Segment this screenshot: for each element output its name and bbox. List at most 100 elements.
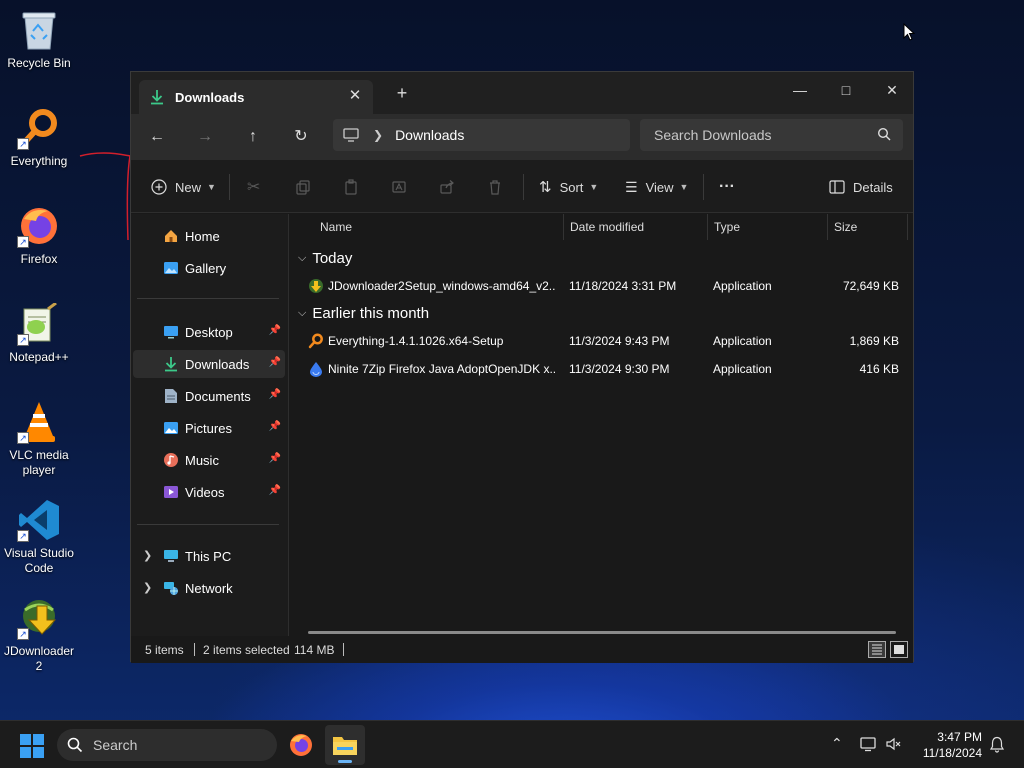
download-arrow-icon — [163, 356, 179, 372]
tiles-view-button[interactable] — [890, 641, 908, 658]
view-button[interactable]: ☰ View ▼ — [625, 174, 688, 200]
paste-button[interactable] — [343, 174, 359, 200]
sidebar-item-network[interactable]: ❯ Network — [133, 574, 285, 602]
file-size: 416 KB — [859, 362, 899, 376]
everything-icon: ↗ — [17, 106, 61, 150]
file-type: Application — [713, 279, 772, 293]
sidebar-item-desktop[interactable]: Desktop 📌 — [133, 318, 285, 346]
details-view-button[interactable] — [868, 641, 886, 658]
column-header-type[interactable]: Type — [708, 214, 828, 240]
notification-bell-icon[interactable] — [989, 736, 1005, 753]
chevron-right-icon[interactable]: ❯ — [143, 581, 152, 594]
file-row[interactable]: Ninite 7Zip Firefox Java AdoptOpenJDK x.… — [298, 355, 902, 383]
search-input[interactable] — [654, 127, 864, 143]
sidebar-item-music[interactable]: Music 📌 — [133, 446, 285, 474]
group-header-earlier-this-month[interactable]: ⌵ Earlier this month — [298, 305, 429, 322]
title-bar: Downloads ✕ + — □ ✕ — [131, 72, 913, 114]
forward-button[interactable]: → — [191, 124, 219, 150]
taskbar-firefox[interactable] — [281, 725, 321, 765]
new-button[interactable]: New ▼ — [151, 174, 216, 200]
desktop-icon-vlc[interactable]: ↗ VLC media player — [2, 400, 76, 478]
pin-icon[interactable]: 📌 — [269, 325, 281, 336]
plus-circle-icon — [151, 179, 167, 195]
pin-icon[interactable]: 📌 — [269, 357, 281, 368]
desktop-icon-jdownloader[interactable]: ↗ JDownloader 2 — [2, 596, 76, 674]
desktop-icon-notepadpp[interactable]: ↗ Notepad++ — [2, 302, 76, 365]
chevron-right-icon: ❯ — [373, 128, 384, 142]
search-box[interactable] — [640, 119, 903, 151]
rename-button[interactable] — [391, 174, 407, 200]
address-bar[interactable]: ❯ Downloads — [333, 119, 630, 151]
firefox-icon — [290, 734, 312, 756]
chevron-down-icon: ▼ — [589, 182, 599, 192]
tab-close-button[interactable]: ✕ — [347, 88, 363, 104]
new-tab-button[interactable]: + — [393, 84, 411, 102]
delete-button[interactable] — [487, 174, 503, 200]
sidebar-item-documents[interactable]: Documents 📌 — [133, 382, 285, 410]
desktop-icon-everything[interactable]: ↗ Everything — [2, 106, 76, 169]
toolbar-divider — [229, 174, 230, 200]
column-header-name[interactable]: Name — [314, 214, 564, 240]
everything-file-icon — [308, 333, 323, 349]
monitor-icon — [343, 128, 359, 142]
up-button[interactable]: ↑ — [239, 124, 267, 150]
horizontal-scrollbar[interactable] — [308, 631, 896, 634]
column-header-size[interactable]: Size — [828, 214, 908, 240]
scissors-icon: ✂ — [247, 179, 261, 196]
taskbar-file-explorer[interactable] — [325, 725, 365, 765]
sidebar-item-pictures[interactable]: Pictures 📌 — [133, 414, 285, 442]
sidebar-item-label: Desktop — [185, 324, 233, 340]
pin-icon[interactable]: 📌 — [269, 421, 281, 432]
tiles-view-icon — [894, 645, 904, 654]
share-button[interactable] — [439, 174, 455, 200]
maximize-button[interactable]: □ — [823, 76, 869, 104]
network-status-icon[interactable] — [860, 736, 878, 752]
view-label: View — [645, 179, 674, 195]
file-row[interactable]: Everything-1.4.1.1026.x64-Setup 11/3/202… — [298, 327, 902, 355]
tab-downloads[interactable]: Downloads ✕ — [139, 80, 373, 114]
shortcut-arrow-icon: ↗ — [17, 138, 29, 150]
notepadpp-icon: ↗ — [17, 302, 61, 346]
file-row[interactable]: JDownloader2Setup_windows-amd64_v2... 11… — [298, 272, 902, 300]
sidebar-item-downloads[interactable]: Downloads 📌 — [133, 350, 285, 378]
system-clock[interactable]: 3:47 PM 11/18/2024 — [908, 729, 982, 761]
file-explorer-window: Downloads ✕ + — □ ✕ ← → ↑ ↻ ❯ Downloads … — [130, 71, 914, 663]
shortcut-arrow-icon: ↗ — [17, 236, 29, 248]
file-name: JDownloader2Setup_windows-amd64_v2... — [328, 279, 556, 293]
file-name: Ninite 7Zip Firefox Java AdoptOpenJDK x.… — [328, 362, 556, 376]
desktop-icon-firefox[interactable]: ↗ Firefox — [2, 204, 76, 267]
status-divider — [343, 643, 344, 656]
pin-icon[interactable]: 📌 — [269, 453, 281, 464]
chevron-down-icon: ▼ — [679, 182, 689, 192]
column-header-date[interactable]: Date modified — [564, 214, 708, 240]
more-options-button[interactable]: ··· — [719, 174, 735, 200]
close-window-button[interactable]: ✕ — [869, 76, 915, 104]
sidebar-item-videos[interactable]: Videos 📌 — [133, 478, 285, 506]
pin-icon[interactable]: 📌 — [269, 389, 281, 400]
taskbar-search-label: Search — [93, 737, 138, 753]
volume-muted-icon[interactable] — [885, 736, 903, 752]
sidebar-item-this-pc[interactable]: ❯ This PC — [133, 542, 285, 570]
pin-icon[interactable]: 📌 — [269, 485, 281, 496]
copy-button[interactable] — [295, 174, 311, 200]
status-bar: 5 items 2 items selected 114 MB — [131, 636, 913, 663]
start-button[interactable] — [20, 734, 44, 758]
breadcrumb-downloads[interactable]: Downloads — [395, 127, 464, 143]
details-pane-button[interactable]: Details — [829, 174, 893, 200]
chevron-down-icon: ⌵ — [298, 252, 307, 264]
taskbar-search[interactable]: Search — [57, 729, 277, 761]
desktop-icon-vscode[interactable]: ↗ Visual Studio Code — [2, 498, 76, 576]
back-button[interactable]: ← — [143, 124, 171, 150]
minimize-button[interactable]: — — [777, 76, 823, 104]
chevron-up-icon[interactable]: ⌃ — [831, 735, 843, 752]
sidebar-item-gallery[interactable]: Gallery — [133, 254, 285, 282]
windows-logo-icon — [33, 734, 44, 745]
cut-button[interactable]: ✂ — [247, 174, 260, 200]
group-header-today[interactable]: ⌵ Today — [298, 250, 352, 267]
sort-button[interactable]: ⇅ Sort ▼ — [539, 174, 598, 200]
desktop-icon-recycle-bin[interactable]: Recycle Bin — [2, 8, 76, 71]
sidebar-item-home[interactable]: Home — [133, 222, 285, 250]
clock-date: 11/18/2024 — [922, 746, 982, 760]
refresh-button[interactable]: ↻ — [287, 124, 315, 150]
chevron-right-icon[interactable]: ❯ — [143, 549, 152, 562]
